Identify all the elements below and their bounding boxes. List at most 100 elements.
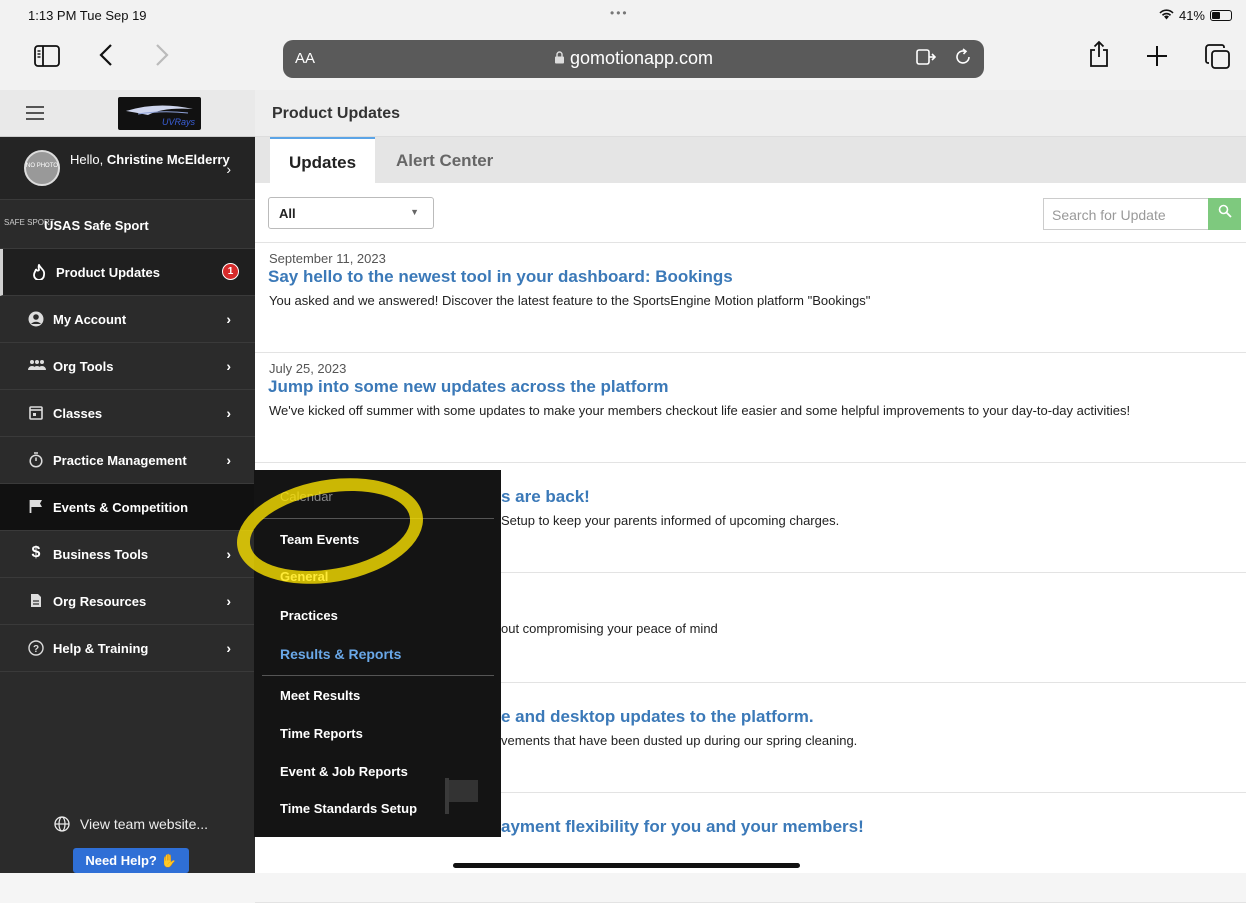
greeting-prefix: Hello, [70,152,107,167]
fire-icon [31,262,47,283]
filter-bar: All ▼ Search for Update [255,183,1246,243]
sidebar-toggle-icon[interactable] [34,44,60,72]
sidebar-item-label: Product Updates [56,265,161,280]
category-select-value: All [279,206,296,221]
avatar: NO PHOTO [24,150,60,186]
chevron-right-icon: › [226,405,231,421]
reader-icon[interactable] [916,48,937,71]
update-title[interactable]: s are back! [501,487,590,507]
status-right: 41% [1159,8,1232,23]
flag-icon [28,499,44,516]
lock-icon [554,48,570,68]
globe-icon [54,816,80,832]
svg-text:?: ? [33,644,39,655]
new-tab-icon[interactable] [1146,44,1168,72]
user-circle-icon [28,311,44,330]
sidebar: UVRays NO PHOTO Hello, Christine McElder… [0,90,255,873]
sidebar-item-label: Org Tools [53,359,114,374]
update-title[interactable]: Jump into some new updates across the pl… [268,377,669,397]
question-circle-icon: ? [28,640,44,659]
chevron-right-icon: › [226,358,231,374]
reload-icon[interactable] [954,48,972,71]
search-input[interactable]: Search for Update [1043,198,1209,230]
update-date: July 25, 2023 [269,361,347,376]
submenu-meet-results[interactable]: Meet Results [280,688,360,703]
share-icon[interactable] [1088,40,1110,73]
chevron-right-icon: › [226,452,231,468]
chevron-right-icon: › [226,161,231,177]
hand-icon: ✋ [160,853,177,868]
chevron-right-icon: › [226,546,231,562]
status-time: 1:13 PM Tue Sep 19 [28,8,147,23]
sidebar-item-label: Practice Management [53,453,187,468]
sidebar-item-label: Events & Competition [53,500,189,515]
hamburger-menu-icon[interactable] [26,106,44,124]
sidebar-item-practice-management[interactable]: Practice Management › [0,437,255,484]
status-bar: 1:13 PM Tue Sep 19 ••• 41% [0,0,1246,30]
sidebar-item-help-training[interactable]: ? Help & Training › [0,625,255,672]
battery-icon [1210,10,1232,21]
need-help-button[interactable]: Need Help? ✋ [73,848,189,873]
home-indicator[interactable] [453,863,800,868]
calendar-icon [28,405,44,423]
search-button[interactable] [1208,198,1241,230]
update-title[interactable]: Say hello to the newest tool in your das… [268,267,733,287]
browser-toolbar: AA gomotionapp.com [0,30,1246,90]
category-select[interactable]: All ▼ [268,197,434,229]
wifi-icon [1159,8,1174,23]
forward-icon[interactable] [155,43,169,72]
update-description: vements that have been dusted up during … [501,733,858,748]
chevron-right-icon: › [226,311,231,327]
sidebar-item-product-updates[interactable]: Product Updates 1 [0,249,255,296]
sidebar-item-label: Classes [53,406,103,421]
chevron-right-icon: › [226,640,231,656]
sidebar-item-label: Business Tools [53,547,149,562]
tab-alert-center[interactable]: Alert Center [396,137,493,183]
tab-updates[interactable]: Updates [270,137,375,183]
update-description: Setup to keep your parents informed of u… [501,513,840,528]
need-help-label: Need Help? [85,853,157,868]
multitask-dots[interactable]: ••• [610,6,629,20]
update-title[interactable]: ayment flexibility for you and your memb… [501,817,864,837]
submenu-practices[interactable]: Practices [280,608,338,623]
document-icon [28,593,44,611]
update-description: We've kicked off summer with some update… [269,403,1131,418]
submenu-event-job-reports[interactable]: Event & Job Reports [280,764,408,779]
view-team-website-link[interactable]: View team website... [54,816,208,832]
user-greeting: Hello, Christine McElderry [70,152,230,168]
update-title[interactable]: e and desktop updates to the platform. [501,707,814,727]
team-logo[interactable]: UVRays [118,97,201,130]
update-date: September 11, 2023 [269,251,386,266]
sidebar-item-safe-sport[interactable]: SAFE SPORT USAS Safe Sport [0,200,255,249]
sidebar-item-org-tools[interactable]: Org Tools › [0,343,255,390]
submenu-time-reports[interactable]: Time Reports [280,726,363,741]
user-name: Christine McElderry [106,152,230,167]
user-profile[interactable]: NO PHOTO Hello, Christine McElderry › [0,137,255,200]
url-text: gomotionapp.com [569,48,714,68]
update-description: out compromising your peace of mind [501,621,718,636]
tabs-overview-icon[interactable] [1205,44,1231,75]
submenu-results-reports[interactable]: Results & Reports [280,646,401,662]
submenu-time-standards-setup[interactable]: Time Standards Setup [280,801,417,816]
sidebar-item-classes[interactable]: Classes › [0,390,255,437]
logo-text: UVRays [161,117,195,127]
sidebar-item-org-resources[interactable]: Org Resources › [0,578,255,625]
address-bar[interactable]: AA gomotionapp.com [283,40,984,78]
chevron-right-icon: › [226,593,231,609]
back-icon[interactable] [99,43,113,72]
url-display[interactable]: gomotionapp.com [283,48,984,69]
update-item[interactable]: July 25, 2023 Jump into some new updates… [255,353,1246,463]
stopwatch-icon [28,452,44,471]
divider [262,675,494,676]
safe-sport-label: USAS Safe Sport [44,218,149,233]
battery-percent: 41% [1178,8,1205,23]
sidebar-item-my-account[interactable]: My Account › [0,296,255,343]
sidebar-item-events-competition[interactable]: Events & Competition [0,484,255,531]
sidebar-header: UVRays [0,90,255,137]
update-item[interactable]: September 11, 2023 Say hello to the newe… [255,243,1246,353]
update-description: You asked and we answered! Discover the … [269,293,871,308]
caret-down-icon: ▼ [410,207,419,217]
sidebar-item-label: Help & Training [53,641,149,656]
search-icon [1218,204,1232,222]
sidebar-item-business-tools[interactable]: $ Business Tools › [0,531,255,578]
